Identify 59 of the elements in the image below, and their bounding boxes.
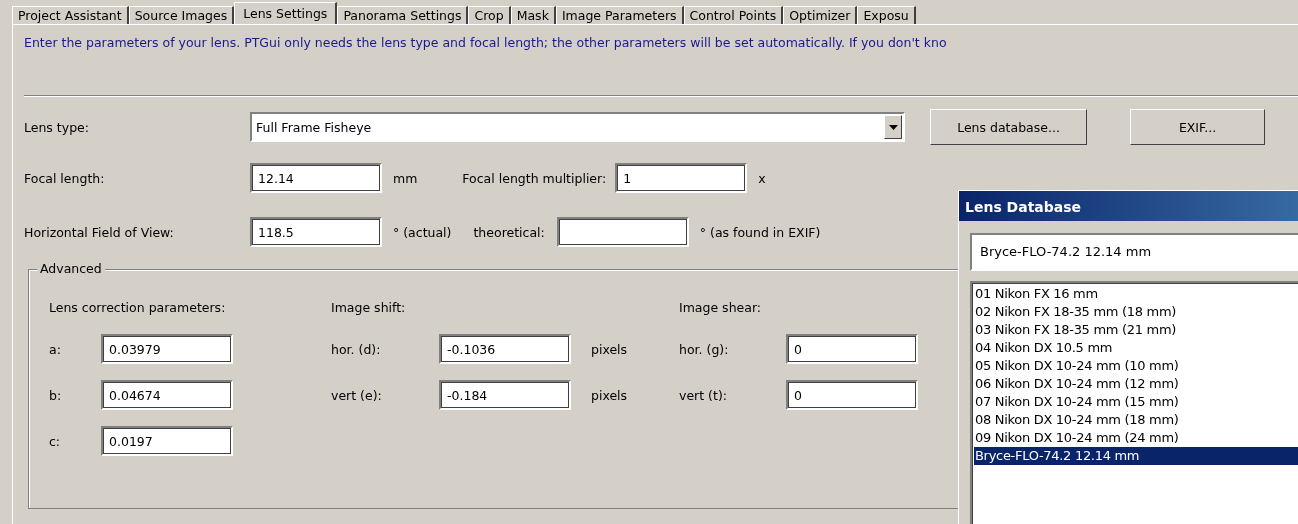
window-title: Lens Database	[965, 199, 1082, 215]
list-item[interactable]: 01 Nikon FX 16 mm	[974, 285, 1298, 303]
column-heading: Lens correction parameters:	[49, 300, 227, 317]
lens-database-button[interactable]: Lens database...	[930, 109, 1087, 145]
field-label: hor. (g):	[679, 341, 730, 357]
parameter-field[interactable]: 0	[786, 334, 918, 364]
unit-label: mm	[393, 170, 418, 186]
unit-label: pixels	[591, 387, 628, 403]
field-label: b:	[49, 387, 63, 403]
unit-label: pixels	[591, 341, 628, 357]
field-label: Focal length:	[24, 170, 106, 186]
column-heading: Image shear:	[679, 300, 763, 317]
field-label: vert (t):	[679, 387, 728, 403]
field-label: a:	[49, 341, 62, 357]
tab[interactable]: Optimizer	[783, 6, 858, 24]
field-label: Focal length multiplier:	[462, 170, 607, 186]
lens-search-field[interactable]: Bryce-FLO-74.2 12.14 mm	[970, 233, 1298, 271]
parameter-field[interactable]: -0.1036	[439, 334, 571, 364]
parameter-field[interactable]: 0	[786, 380, 918, 410]
parameter-field[interactable]: 0.03979	[101, 334, 233, 364]
list-item[interactable]: 07 Nikon DX 10-24 mm (15 mm)	[974, 393, 1298, 411]
lens-type-dropdown[interactable]: Full Frame Fisheye	[250, 112, 905, 142]
tab[interactable]: Project Assistant	[12, 6, 129, 24]
list-item[interactable]: 06 Nikon DX 10-24 mm (12 mm)	[974, 375, 1298, 393]
list-item[interactable]: 02 Nikon FX 18-35 mm (18 mm)	[974, 303, 1298, 321]
unit-label: x	[758, 170, 766, 186]
tab[interactable]: Exposu	[857, 6, 916, 24]
tab[interactable]: Source Images	[128, 6, 235, 24]
parameter-field[interactable]: -0.184	[439, 380, 571, 410]
field-label: Lens type:	[24, 119, 90, 135]
parameter-field[interactable]: 0.0197	[101, 426, 233, 456]
list-item[interactable]: 05 Nikon DX 10-24 mm (10 mm)	[974, 357, 1298, 375]
multiplier-field[interactable]: 1	[615, 163, 748, 193]
tab[interactable]: Panorama Settings	[337, 6, 469, 24]
list-item[interactable]: 04 Nikon DX 10.5 mm	[974, 339, 1298, 357]
column-heading: Image shift:	[331, 300, 407, 317]
list-item[interactable]: 08 Nikon DX 10-24 mm (18 mm)	[974, 411, 1298, 429]
tab[interactable]: Image Parameters	[555, 6, 684, 24]
group-title: Advanced	[37, 261, 105, 276]
tab[interactable]: Lens Settings	[234, 2, 338, 24]
field-label: hor. (d):	[331, 341, 382, 357]
theoretical-field[interactable]	[556, 217, 689, 247]
list-item[interactable]: 09 Nikon DX 10-24 mm (24 mm)	[974, 429, 1298, 447]
unit-label: ° (actual)	[393, 224, 452, 240]
list-item[interactable]: 03 Nikon FX 18-35 mm (21 mm)	[974, 321, 1298, 339]
exif-button[interactable]: EXIF...	[1130, 109, 1265, 145]
info-text: Enter the parameters of your lens. PTGui only needs the lens type and focal length; the other parameters will be set automatically. If you don't kno	[24, 35, 947, 50]
hfov-field[interactable]: 118.5	[250, 217, 382, 247]
tab[interactable]: Crop	[468, 6, 511, 24]
tab[interactable]: Control Points	[683, 6, 784, 24]
field-label: theoretical:	[473, 224, 545, 240]
focal-length-field[interactable]: 12.14	[250, 163, 382, 193]
field-label: c:	[49, 433, 62, 449]
list-item[interactable]: Bryce-FLO-74.2 12.14 mm	[974, 447, 1298, 465]
tab[interactable]: Mask	[510, 6, 556, 24]
field-label: vert (e):	[331, 387, 383, 403]
parameter-field[interactable]: 0.04674	[101, 380, 233, 410]
field-label: Horizontal Field of View:	[24, 224, 175, 240]
unit-label: ° (as found in EXIF)	[699, 224, 821, 240]
